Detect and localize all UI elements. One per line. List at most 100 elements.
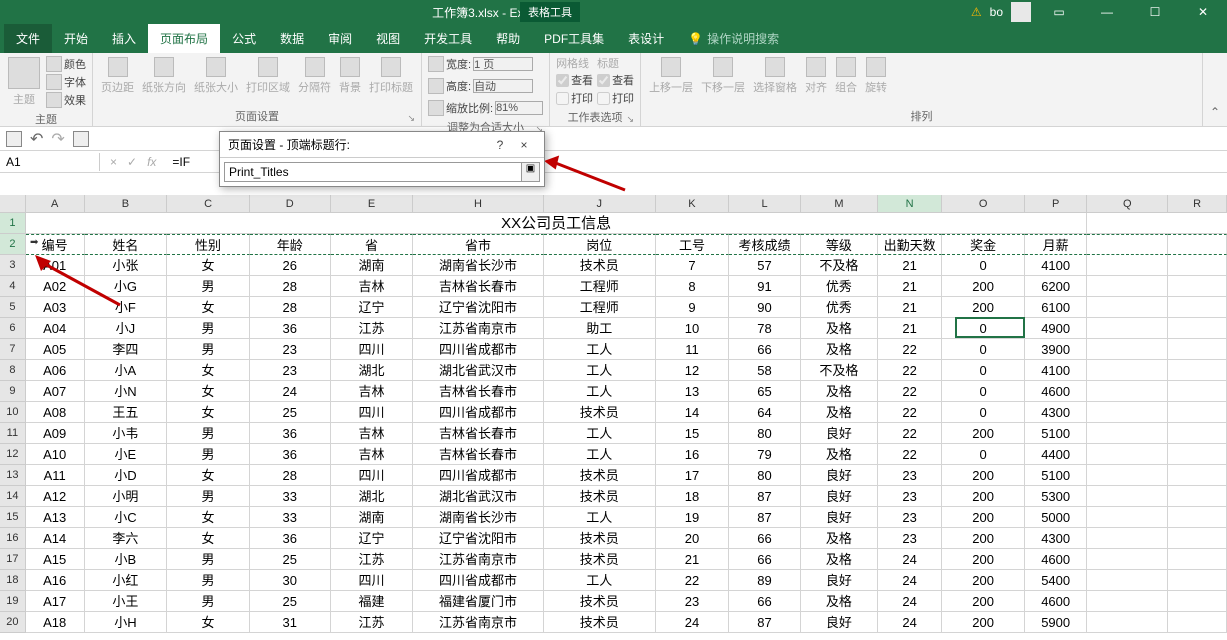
tab-data[interactable]: 数据 [268, 24, 316, 53]
cell-empty[interactable] [1168, 297, 1227, 318]
row-header-13[interactable]: 13 [0, 465, 26, 486]
data-cell[interactable]: 湖北省武汉市 [413, 486, 543, 507]
data-cell[interactable]: A13 [26, 507, 85, 528]
data-cell[interactable]: 四川省成都市 [413, 465, 543, 486]
column-header-A[interactable]: A [26, 195, 85, 213]
row-header-9[interactable]: 9 [0, 381, 26, 402]
data-cell[interactable]: 四川省成都市 [413, 570, 543, 591]
data-cell[interactable]: 吉林 [331, 276, 414, 297]
data-cell[interactable]: 65 [729, 381, 801, 402]
data-cell[interactable]: 23 [250, 339, 331, 360]
data-cell[interactable]: 及格 [801, 549, 878, 570]
data-cell[interactable]: 工人 [544, 360, 656, 381]
select-all-corner[interactable] [0, 195, 26, 213]
tab-page-layout[interactable]: 页面布局 [148, 24, 220, 53]
data-cell[interactable]: 87 [729, 612, 801, 633]
data-cell[interactable]: 工人 [544, 507, 656, 528]
header-cell-0[interactable]: 编号 [26, 234, 85, 255]
sheet-title-cell[interactable]: XX公司员工信息 [26, 213, 1088, 234]
row-header-1[interactable]: 1 [0, 213, 26, 234]
data-cell[interactable]: 3900 [1025, 339, 1087, 360]
data-cell[interactable]: 36 [250, 423, 331, 444]
data-cell[interactable]: 200 [942, 549, 1025, 570]
themes-button[interactable]: 主题 [6, 55, 42, 109]
headings-view-check[interactable] [597, 74, 610, 87]
data-cell[interactable]: 28 [250, 465, 331, 486]
data-cell[interactable]: 5100 [1025, 423, 1087, 444]
cell-empty[interactable] [1087, 528, 1168, 549]
data-cell[interactable]: 女 [167, 255, 250, 276]
data-cell[interactable]: 24 [878, 591, 942, 612]
data-cell[interactable]: 女 [167, 528, 250, 549]
data-cell[interactable]: 200 [942, 297, 1025, 318]
data-cell[interactable]: 女 [167, 612, 250, 633]
tell-me-search[interactable]: 💡 操作说明搜索 [676, 24, 791, 53]
cell-empty[interactable] [1087, 570, 1168, 591]
cell-empty[interactable] [1168, 591, 1227, 612]
data-cell[interactable]: 28 [250, 276, 331, 297]
data-cell[interactable]: 助工 [544, 318, 656, 339]
data-cell[interactable]: 28 [250, 297, 331, 318]
data-cell[interactable]: 58 [729, 360, 801, 381]
cell-empty[interactable] [1087, 276, 1168, 297]
header-cell-1[interactable]: 姓名 [85, 234, 168, 255]
data-cell[interactable]: 30 [250, 570, 331, 591]
header-cell-10[interactable]: 出勤天数 [878, 234, 942, 255]
data-cell[interactable]: 男 [167, 549, 250, 570]
data-cell[interactable]: 湖南省长沙市 [413, 255, 543, 276]
data-cell[interactable]: 80 [729, 465, 801, 486]
data-cell[interactable]: 23 [878, 528, 942, 549]
data-cell[interactable]: 小明 [85, 486, 168, 507]
data-cell[interactable]: 0 [942, 339, 1025, 360]
data-cell[interactable]: 57 [729, 255, 801, 276]
data-cell[interactable]: 辽宁省沈阳市 [413, 528, 543, 549]
data-cell[interactable]: 200 [942, 507, 1025, 528]
data-cell[interactable]: 男 [167, 486, 250, 507]
data-cell[interactable]: 13 [656, 381, 729, 402]
data-cell[interactable]: 福建 [331, 591, 414, 612]
breaks-button[interactable]: 分隔符 [296, 55, 333, 97]
data-cell[interactable]: 23 [878, 507, 942, 528]
header-cell-9[interactable]: 等级 [801, 234, 878, 255]
data-cell[interactable]: 15 [656, 423, 729, 444]
data-cell[interactable]: 吉林省长春市 [413, 276, 543, 297]
data-cell[interactable]: 四川 [331, 339, 414, 360]
header-cell-2[interactable]: 性别 [167, 234, 250, 255]
row-header-17[interactable]: 17 [0, 549, 26, 570]
header-cell-4[interactable]: 省 [331, 234, 414, 255]
data-cell[interactable]: A02 [26, 276, 85, 297]
row-header-12[interactable]: 12 [0, 444, 26, 465]
data-cell[interactable]: 优秀 [801, 297, 878, 318]
data-cell[interactable]: 66 [729, 549, 801, 570]
data-cell[interactable]: 25 [250, 591, 331, 612]
data-cell[interactable]: 小红 [85, 570, 168, 591]
sheet-opts-launcher-icon[interactable]: ↘ [627, 114, 635, 125]
cell-empty[interactable] [1087, 591, 1168, 612]
data-cell[interactable]: 及格 [801, 591, 878, 612]
group-objects-button[interactable]: 组合 [833, 55, 859, 97]
cell-empty[interactable] [1087, 549, 1168, 570]
data-cell[interactable]: 辽宁 [331, 297, 414, 318]
data-cell[interactable]: 24 [878, 612, 942, 633]
data-cell[interactable]: 87 [729, 507, 801, 528]
data-cell[interactable]: 31 [250, 612, 331, 633]
data-cell[interactable]: 四川 [331, 465, 414, 486]
data-cell[interactable]: 工人 [544, 570, 656, 591]
header-cell-3[interactable]: 年龄 [250, 234, 331, 255]
orientation-button[interactable]: 纸张方向 [140, 55, 188, 97]
data-cell[interactable]: 200 [942, 570, 1025, 591]
data-cell[interactable]: 不及格 [801, 360, 878, 381]
row-header-16[interactable]: 16 [0, 528, 26, 549]
data-cell[interactable]: 湖南 [331, 255, 414, 276]
cell-empty[interactable] [1168, 318, 1227, 339]
cell-empty[interactable] [1168, 339, 1227, 360]
row-header-11[interactable]: 11 [0, 423, 26, 444]
undo-icon[interactable]: ↶ [30, 129, 43, 149]
data-cell[interactable]: 22 [878, 360, 942, 381]
data-cell[interactable]: 33 [250, 486, 331, 507]
cell-empty[interactable] [1168, 570, 1227, 591]
row-header-18[interactable]: 18 [0, 570, 26, 591]
cell-empty[interactable] [1087, 402, 1168, 423]
data-cell[interactable]: 22 [878, 402, 942, 423]
data-cell[interactable]: 男 [167, 591, 250, 612]
